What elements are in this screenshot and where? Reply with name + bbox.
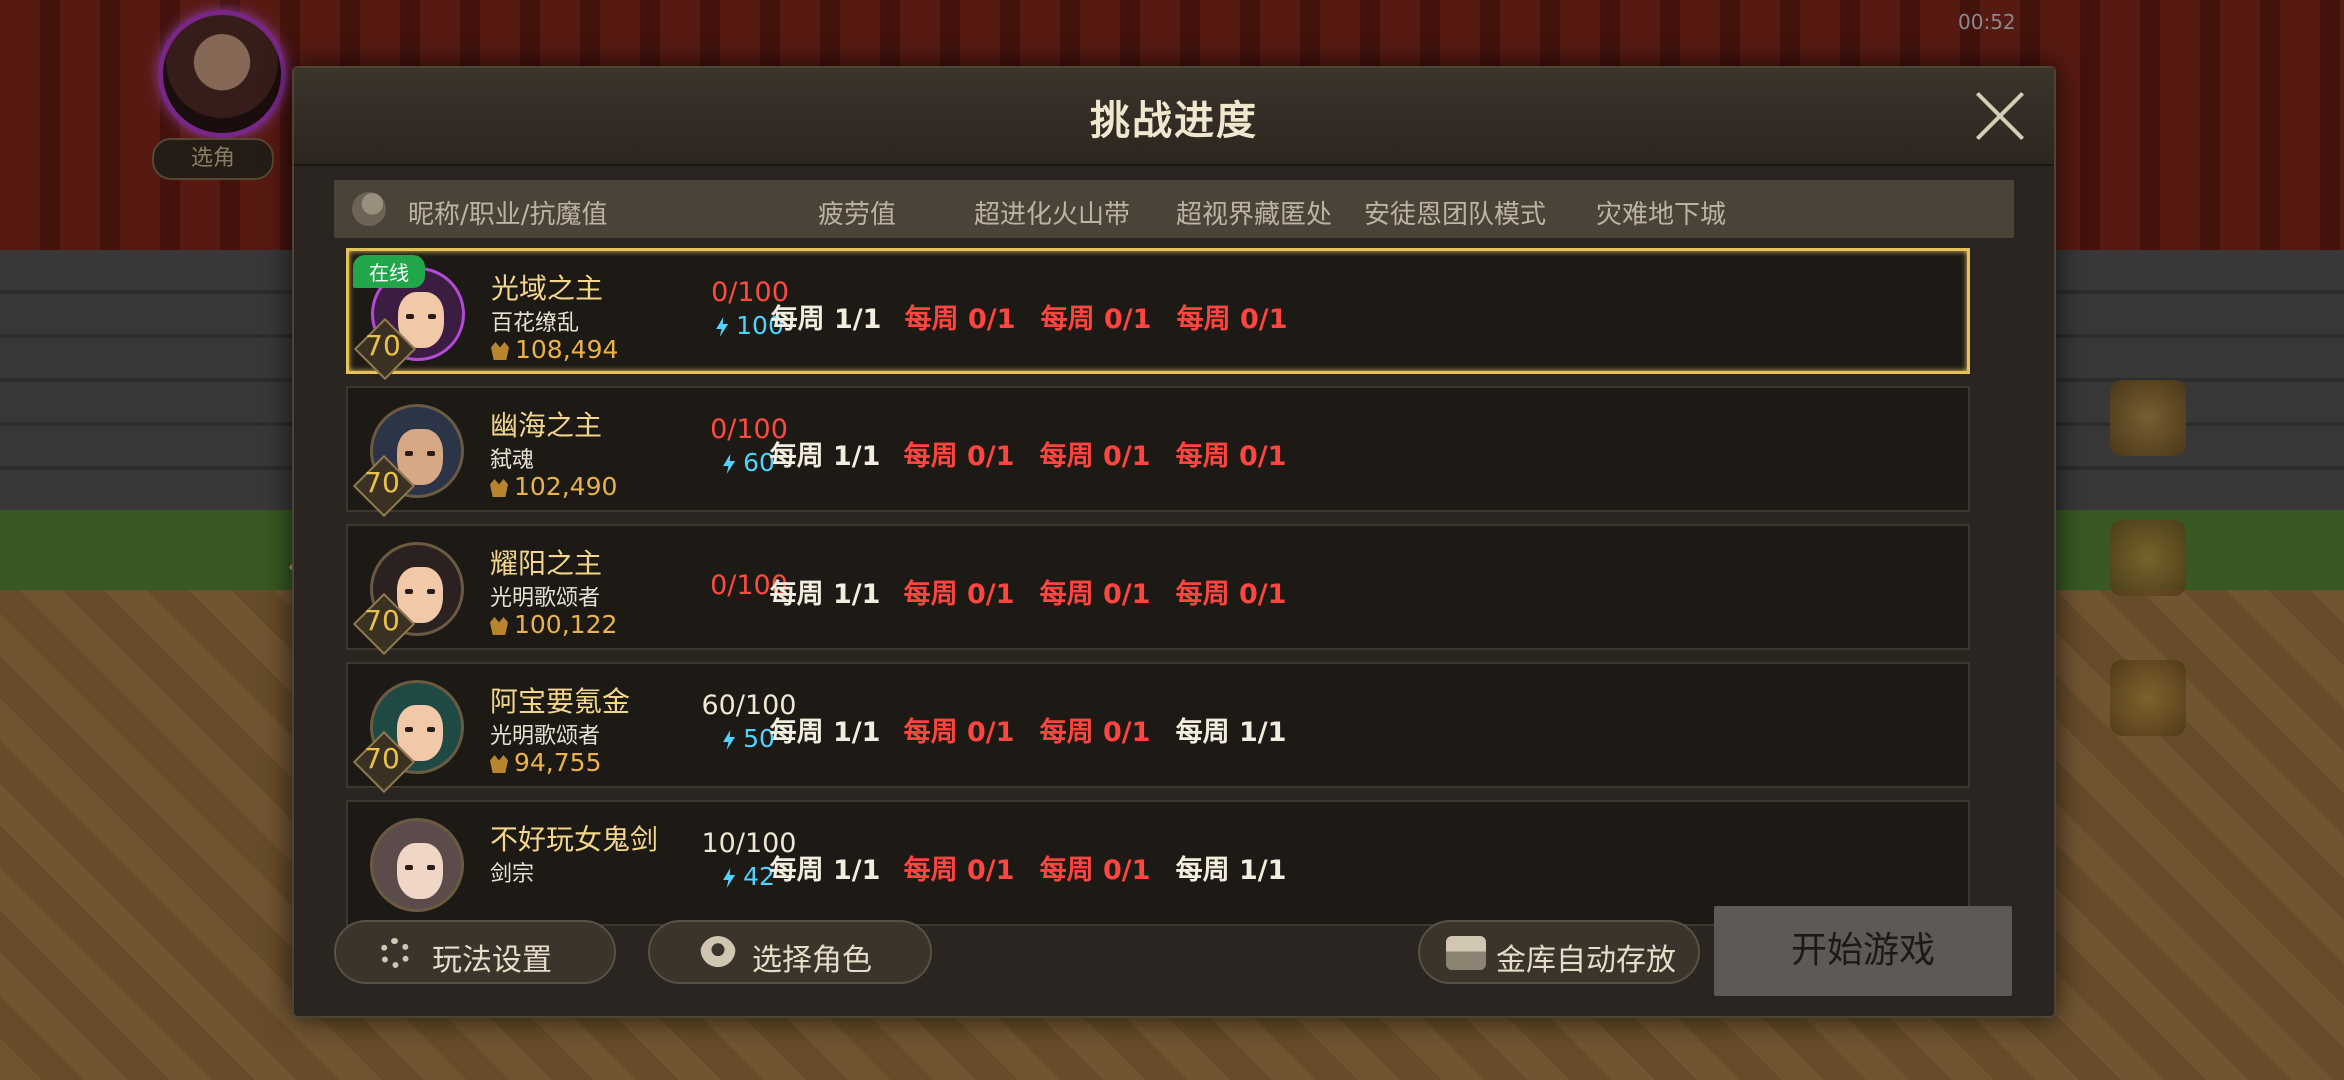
character-name: 耀阳之主 [490,547,603,580]
progress-anton-raid: 每周 0/1 [1039,441,1151,472]
character-name: 幽海之主 [490,409,603,442]
progress-hideout: 每周 0/1 [903,855,1015,886]
progress-anton-raid: 每周 0/1 [1040,304,1152,335]
progress-disaster-dungeon: 每周 1/1 [1175,717,1287,748]
dialog-header: 挑战进度 [294,68,2054,166]
progress-disaster-dungeon: 每周 0/1 [1176,304,1288,335]
select-role-button[interactable]: 选择角色 [648,920,932,984]
character-row-selected[interactable]: 70 在线 光域之主 百花缭乱 108,494 0/100 100 每周 1/1… [346,248,1970,381]
progress-disaster-dungeon: 每周 0/1 [1175,441,1287,472]
character-name: 不好玩女鬼剑 [490,823,659,856]
character-anti-magic: 108,494 [491,335,618,364]
gear-icon [380,938,410,968]
progress-anton-raid: 每周 0/1 [1039,855,1151,886]
progress-volcano: 每周 1/1 [769,579,881,610]
character-icon [700,936,736,972]
dialog-title: 挑战进度 [1090,98,1258,144]
character-row[interactable]: 70 幽海之主 弑魂 102,490 0/100 60 每周 1/1 每周 0/… [346,386,1970,518]
lightning-icon [723,454,736,474]
close-icon[interactable] [1972,88,2028,144]
character-level: 70 [364,604,400,637]
anti-magic-icon [491,342,509,360]
gameplay-settings-button[interactable]: 玩法设置 [334,920,616,984]
character-anti-magic: 100,122 [490,610,617,639]
character-level: 70 [364,466,400,499]
character-portrait [370,818,464,912]
column-header-disaster-dungeon: 灾难地下城 [1596,200,1727,230]
column-header-character: 昵称/职业/抗魔值 [408,200,608,230]
character-class: 百花缭乱 [491,311,580,336]
character-level: 70 [364,742,400,775]
character-anti-magic: 94,755 [490,748,601,777]
progress-hideout: 每周 0/1 [903,717,1015,748]
challenge-progress-dialog: 挑战进度 昵称/职业/抗魔值 疲劳值 超进化火山带 超视界藏匿处 安徒恩团队模式… [292,66,2056,1018]
progress-disaster-dungeon: 每周 0/1 [1175,579,1287,610]
progress-volcano: 每周 1/1 [769,441,881,472]
column-header-anton-raid: 安徒恩团队模式 [1364,200,1547,230]
character-class: 剑宗 [490,862,535,887]
lightning-icon [723,730,736,750]
anti-magic-icon [490,755,508,773]
progress-volcano: 每周 1/1 [769,855,881,886]
progress-anton-raid: 每周 0/1 [1039,717,1151,748]
lightning-icon [716,317,729,337]
table-header: 昵称/职业/抗魔值 疲劳值 超进化火山带 超视界藏匿处 安徒恩团队模式 灾难地下… [334,180,2014,238]
vault-auto-store-button[interactable]: 金库自动存放 [1418,920,1700,984]
column-header-fatigue: 疲劳值 [818,200,897,230]
progress-volcano: 每周 1/1 [770,304,882,335]
progress-disaster-dungeon: 每周 1/1 [1175,855,1287,886]
start-game-button[interactable]: 开始游戏 [1714,906,2012,996]
progress-hideout: 每周 0/1 [903,441,1015,472]
character-name: 光域之主 [491,272,604,305]
progress-hideout: 每周 0/1 [903,579,1015,610]
progress-hideout: 每周 0/1 [904,304,1016,335]
character-row[interactable]: 70 耀阳之主 光明歌颂者 100,122 0/100 每周 1/1 每周 0/… [346,524,1970,656]
character-class: 弑魂 [490,448,535,473]
anti-magic-icon [490,479,508,497]
anti-magic-icon [490,617,508,635]
character-class: 光明歌颂者 [490,724,601,749]
treasure-chest-icon [1446,936,1486,970]
progress-anton-raid: 每周 0/1 [1039,579,1151,610]
character-level: 70 [365,329,401,362]
progress-volcano: 每周 1/1 [769,717,881,748]
character-row[interactable]: 70 阿宝要氪金 光明歌颂者 94,755 60/100 50 每周 1/1 每… [346,662,1970,794]
character-name: 阿宝要氪金 [490,685,631,718]
lightning-icon [723,868,736,888]
character-anti-magic: 102,490 [490,472,617,501]
character-class: 光明歌颂者 [490,586,601,611]
character-silhouette-icon [352,192,386,226]
column-header-volcano: 超进化火山带 [974,200,1131,230]
character-list[interactable]: 70 在线 光域之主 百花缭乱 108,494 0/100 100 每周 1/1… [346,248,1982,952]
column-header-hideout: 超视界藏匿处 [1176,200,1333,230]
online-status-badge: 在线 [353,255,425,288]
